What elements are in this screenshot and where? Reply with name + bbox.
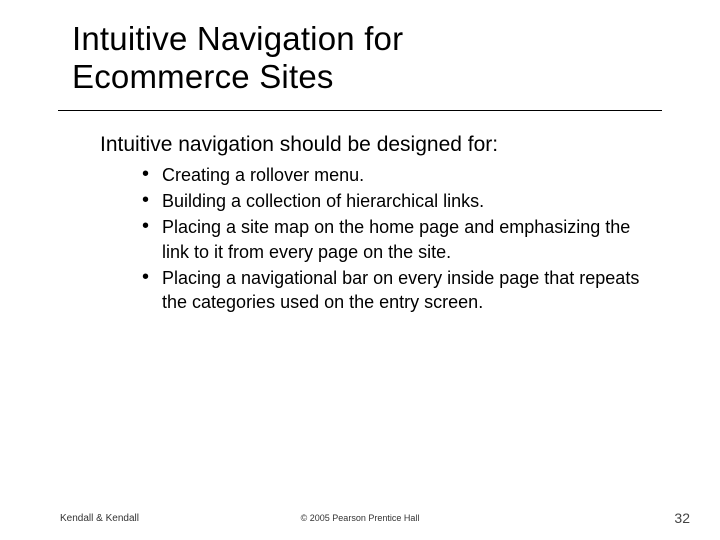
body-area: Intuitive navigation should be designed … [0, 111, 720, 315]
footer-copyright: © 2005 Pearson Prentice Hall [301, 513, 420, 523]
title-line-1: Intuitive Navigation for [72, 20, 403, 57]
footer-author: Kendall & Kendall [60, 513, 139, 524]
lead-text: Intuitive navigation should be designed … [100, 133, 660, 157]
title-line-2: Ecommerce Sites [72, 58, 334, 95]
list-item: Creating a rollover menu. [146, 163, 660, 187]
slide-number: 32 [674, 510, 690, 526]
bullet-list: Creating a rollover menu. Building a col… [100, 163, 660, 315]
footer: Kendall & Kendall © 2005 Pearson Prentic… [0, 510, 720, 526]
list-item: Placing a navigational bar on every insi… [146, 266, 660, 315]
list-item: Placing a site map on the home page and … [146, 215, 660, 264]
slide-title: Intuitive Navigation for Ecommerce Sites [0, 20, 720, 96]
slide: Intuitive Navigation for Ecommerce Sites… [0, 0, 720, 540]
list-item: Building a collection of hierarchical li… [146, 189, 660, 213]
